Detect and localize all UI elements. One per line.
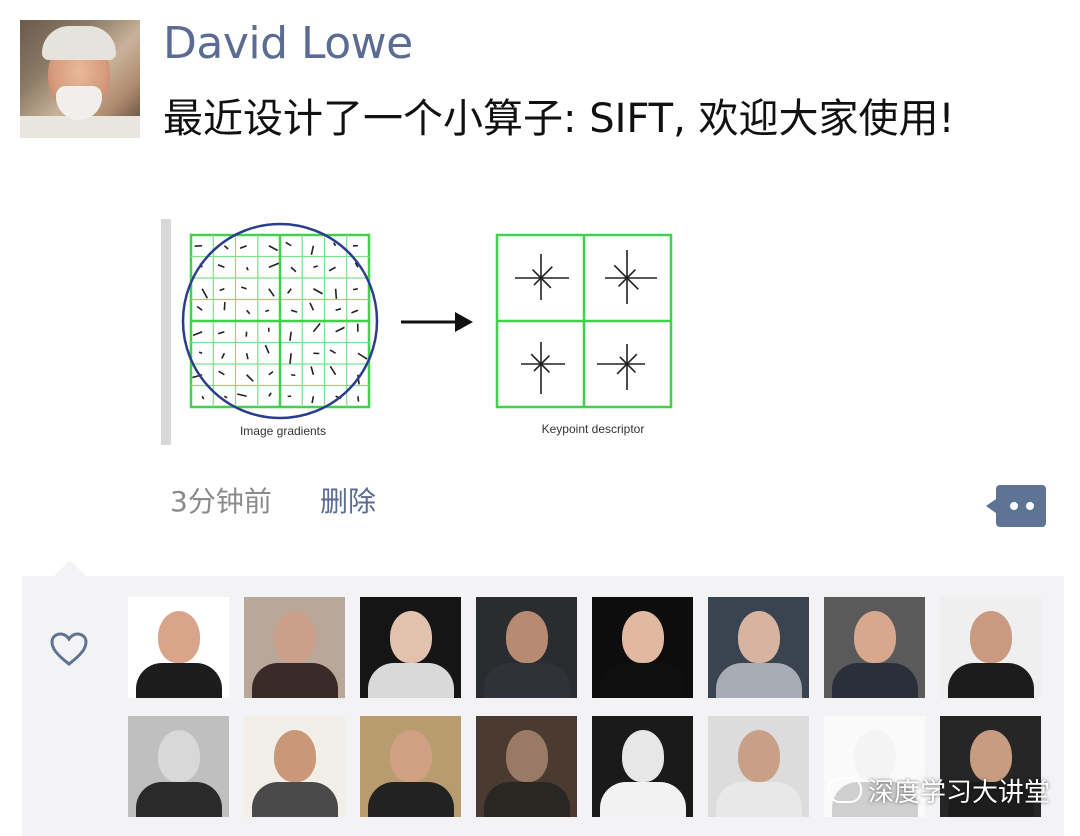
- liker-avatar-body: [832, 663, 918, 698]
- liker-avatar-head: [506, 730, 548, 782]
- liker-avatar-body: [716, 663, 802, 698]
- liker-avatar[interactable]: [940, 597, 1041, 698]
- likes-pointer: [54, 560, 86, 576]
- liker-avatar[interactable]: [592, 597, 693, 698]
- liker-avatar-head: [390, 730, 432, 782]
- author-avatar[interactable]: [20, 20, 140, 138]
- liker-avatar-head: [158, 611, 200, 663]
- watermark: 深度学习大讲堂: [828, 772, 1050, 808]
- liker-avatar[interactable]: [476, 597, 577, 698]
- liker-avatar-head: [854, 611, 896, 663]
- liker-avatar-head: [738, 730, 780, 782]
- liker-avatar-body: [948, 663, 1034, 698]
- liker-avatar-head: [506, 611, 548, 663]
- liker-avatar[interactable]: [476, 716, 577, 817]
- gradient-grid: [181, 222, 379, 420]
- liker-avatar[interactable]: [244, 716, 345, 817]
- post-image[interactable]: Image gradients Keypoint descriptor: [161, 219, 681, 445]
- author-name[interactable]: David Lowe: [163, 18, 413, 69]
- liker-avatar-head: [622, 611, 664, 663]
- liker-avatar-body: [252, 663, 338, 698]
- comment-more-icon[interactable]: [986, 485, 1046, 527]
- liker-avatar[interactable]: [592, 716, 693, 817]
- liker-avatar-head: [158, 730, 200, 782]
- liker-avatar-head: [622, 730, 664, 782]
- descriptor-grid: [495, 233, 673, 409]
- liker-avatar[interactable]: [128, 716, 229, 817]
- liker-avatar[interactable]: [244, 597, 345, 698]
- post-text: 最近设计了一个小算子: SIFT, 欢迎大家使用!: [163, 96, 955, 142]
- delete-link[interactable]: 删除: [320, 480, 376, 520]
- liker-avatar[interactable]: [708, 716, 809, 817]
- liker-avatar-head: [390, 611, 432, 663]
- avatar-hair: [42, 26, 116, 60]
- wechat-icon: [828, 777, 862, 803]
- post-time: 3分钟前: [170, 485, 272, 518]
- avatar-beard: [56, 86, 102, 120]
- heart-outline-icon: [50, 632, 88, 666]
- liker-avatar-head: [738, 611, 780, 663]
- liker-avatar-body: [716, 782, 802, 817]
- right-caption: Keypoint descriptor: [542, 422, 645, 436]
- liker-avatar-body: [484, 663, 570, 698]
- liker-avatar-body: [252, 782, 338, 817]
- liker-avatar-head: [970, 611, 1012, 663]
- liker-avatar-body: [136, 782, 222, 817]
- transform-arrow: [401, 312, 473, 332]
- image-edge: [161, 219, 171, 445]
- liker-avatar-head: [274, 611, 316, 663]
- liker-avatar-body: [600, 782, 686, 817]
- left-caption: Image gradients: [240, 424, 326, 438]
- liker-avatar[interactable]: [360, 597, 461, 698]
- liker-avatar-body: [368, 663, 454, 698]
- liker-avatar-body: [368, 782, 454, 817]
- liker-avatar-head: [274, 730, 316, 782]
- liker-avatar[interactable]: [708, 597, 809, 698]
- liker-avatar[interactable]: [360, 716, 461, 817]
- sift-figure: Image gradients Keypoint descriptor: [161, 219, 673, 445]
- liker-avatar[interactable]: [824, 597, 925, 698]
- liker-avatar-body: [484, 782, 570, 817]
- liker-avatar-body: [600, 663, 686, 698]
- liker-avatar[interactable]: [128, 597, 229, 698]
- liker-avatar-body: [136, 663, 222, 698]
- watermark-text: 深度学习大讲堂: [868, 777, 1051, 808]
